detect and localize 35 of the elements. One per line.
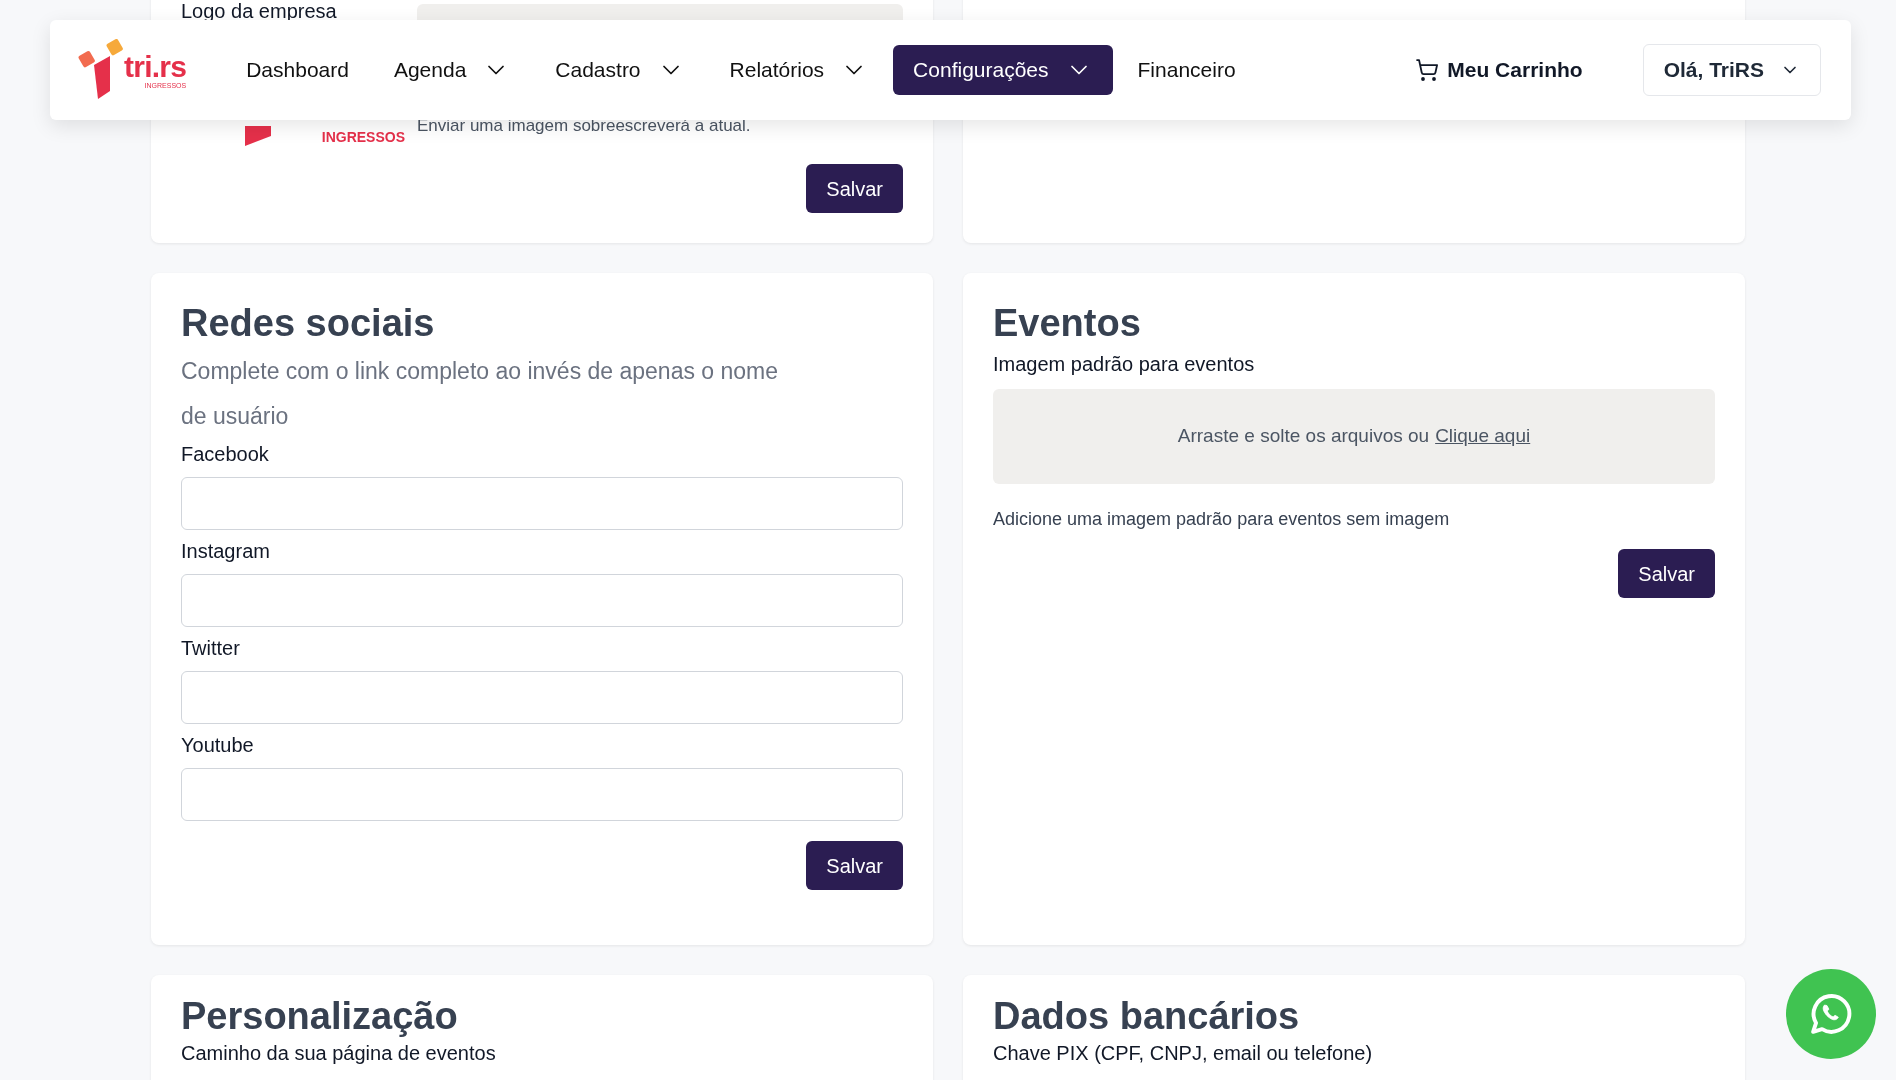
card-title: Redes sociais	[181, 301, 436, 346]
nav-menu-item[interactable]: Financeiro	[1117, 45, 1256, 95]
field-label: Caminho da sua página de eventos	[181, 1041, 497, 1065]
dropzone-text: Arraste e solte os arquivos ou	[1177, 424, 1430, 449]
input-field[interactable]	[181, 768, 903, 821]
nav-menu-item[interactable]: Agenda	[373, 45, 531, 95]
upload-dropzone[interactable]: Arraste e solte os arquivos ou Clique aqui	[993, 389, 1715, 484]
cart-link[interactable]: Meu Carrinho	[1415, 54, 1583, 86]
input-field[interactable]	[181, 671, 903, 724]
input-field[interactable]	[181, 574, 903, 627]
nav-menu-item[interactable]: Relatórios	[709, 45, 889, 95]
upload-dropzone[interactable]	[417, 4, 903, 20]
user-menu-button[interactable]: Olá, TriRS	[1642, 44, 1821, 96]
company-logo-drawing	[245, 126, 271, 146]
card-title: Eventos	[993, 301, 1142, 346]
save-button[interactable]: Salvar	[806, 164, 903, 213]
input-field[interactable]	[181, 477, 903, 530]
card-subtitle: Complete com o link completo ao invés de apenas o nome de usuário	[181, 357, 780, 431]
nav-menu-item[interactable]: Dashboard	[226, 45, 369, 95]
field-label: Imagem padrão para eventos	[993, 352, 1256, 377]
field-label: Youtube	[181, 733, 255, 758]
save-button[interactable]: Salvar	[806, 841, 903, 890]
nav-menu-item[interactable]: Cadastro	[535, 45, 705, 95]
field-label: Chave PIX (CPF, CNPJ, email ou telefone)	[993, 1041, 1374, 1065]
logo-wordmark: tri.rs	[124, 51, 187, 82]
cart-icon	[1415, 58, 1440, 82]
save-button[interactable]: Salvar	[1618, 549, 1715, 598]
nav-menu-item[interactable]: Configurações	[893, 45, 1113, 95]
help-text: Adicione uma imagem padrão para eventos sem imagem	[993, 508, 1451, 531]
card-title: Personalização	[181, 994, 459, 1039]
field-label: Instagram	[181, 539, 271, 564]
card-title: Dados bancários	[993, 994, 1301, 1039]
field-label: Twitter	[181, 636, 241, 661]
field-label: Facebook	[181, 442, 270, 467]
click-here-link[interactable]: Clique aqui	[1435, 422, 1531, 451]
